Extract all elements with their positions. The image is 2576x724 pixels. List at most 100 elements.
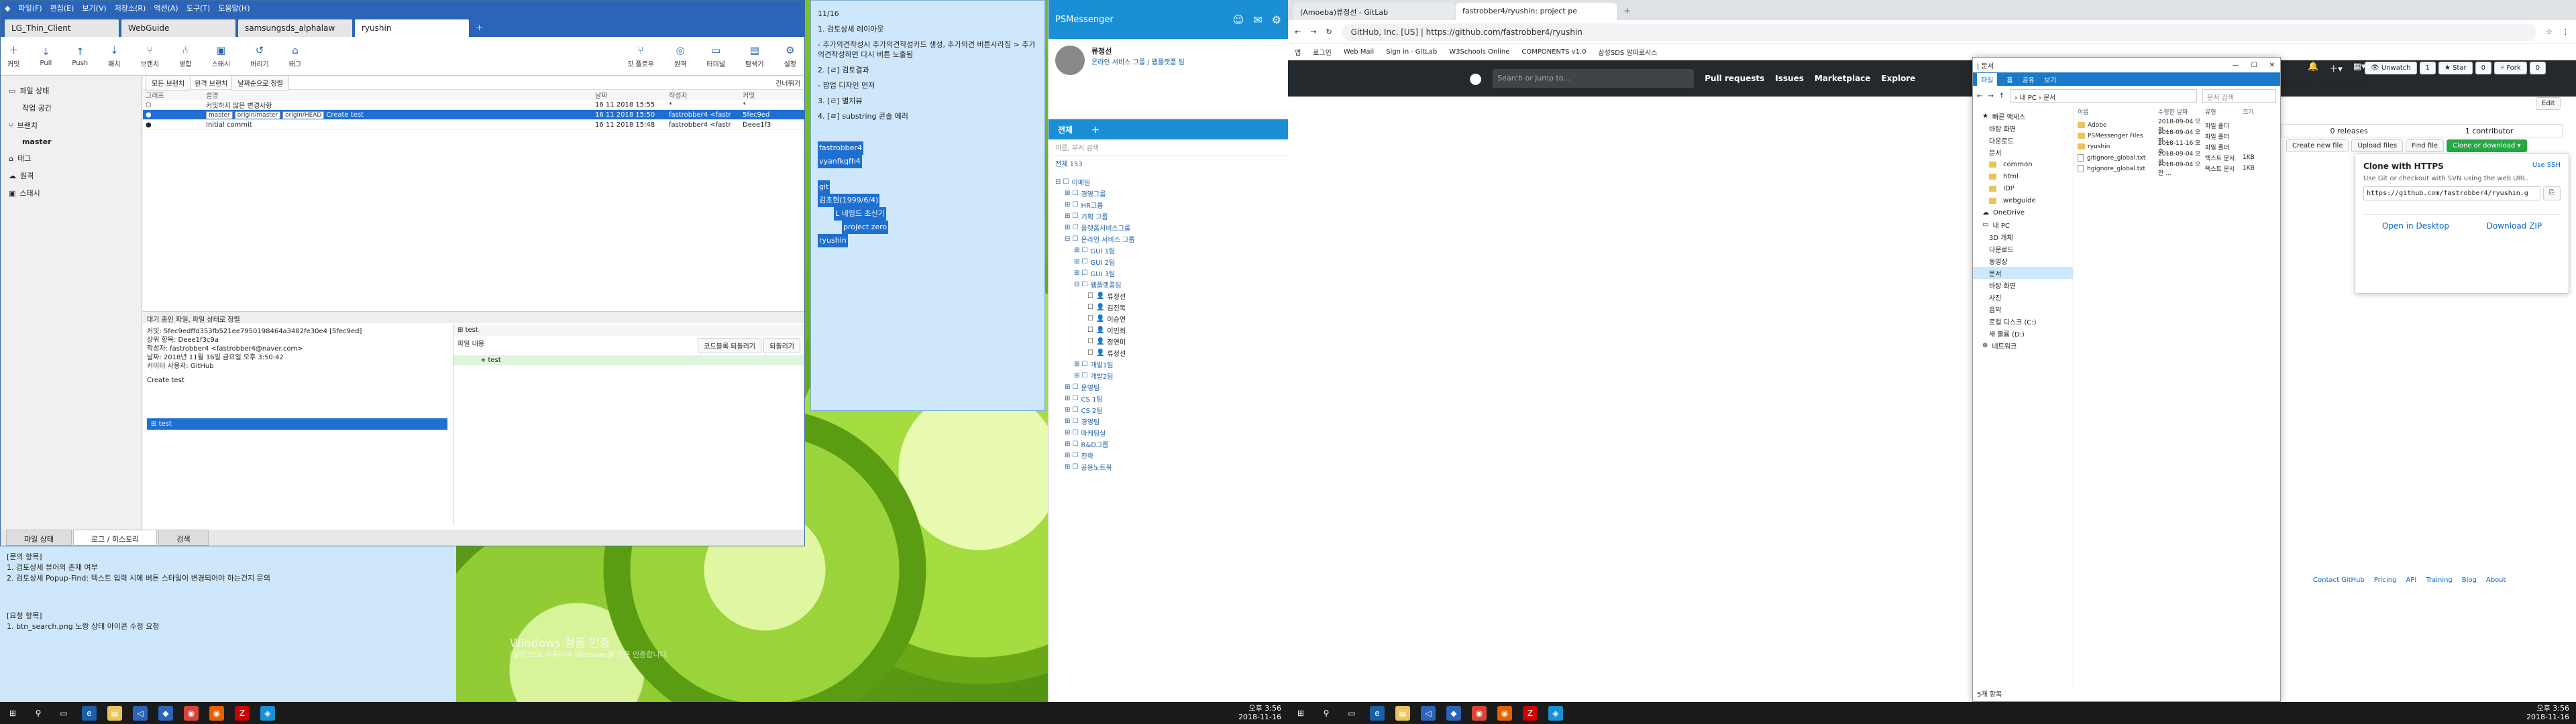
tree-item[interactable]: ⊞ ☐ CS 2팀 <box>1055 404 1281 416</box>
menu-item[interactable]: 액션(A) <box>154 3 178 13</box>
tab-insights[interactable]: Insights <box>2284 80 2312 89</box>
tree-item[interactable]: ⊞ ☐ 기획 그룹 <box>1055 210 1281 222</box>
tab-repo-active[interactable]: ryushin <box>355 19 469 37</box>
footer-link[interactable]: Training <box>2426 577 2452 584</box>
contributors-link[interactable]: 1 contributor <box>2465 127 2514 135</box>
clone-url-input[interactable]: https://github.com/fastrobber4/ryushin.g <box>2363 186 2540 200</box>
fork-count[interactable]: 0 <box>2529 62 2546 74</box>
tab-search[interactable]: 검색 <box>158 530 209 546</box>
merge-button[interactable]: ⑃ 병합 <box>179 44 191 68</box>
nav-item-selected[interactable]: 문서 <box>1973 267 2073 279</box>
clone-download-button[interactable]: Clone or download ▾ <box>2447 139 2527 152</box>
tab-repo[interactable]: WebGuide <box>121 19 235 37</box>
forward-icon[interactable]: → <box>1988 93 1993 100</box>
nav-item[interactable]: webguide <box>1973 194 2073 206</box>
nav-item[interactable]: ⊕ 네트워크 <box>1973 339 2073 351</box>
nav-item[interactable]: html <box>1973 170 2073 182</box>
bookmark-item[interactable]: W3Schools Online <box>1449 48 1509 56</box>
tree-item[interactable]: ⊞ ☐ GUI 1팀 <box>1055 245 1281 256</box>
add-tab-icon[interactable]: ＋ <box>472 18 487 37</box>
nav-link[interactable]: Issues <box>1775 74 1804 83</box>
col-desc[interactable]: 설명 <box>203 90 592 100</box>
menu-icon[interactable]: ⋮ <box>2562 27 2569 36</box>
star-count[interactable]: 0 <box>2475 62 2492 74</box>
nav-item[interactable]: 다운로드 <box>1973 134 2073 146</box>
tree-item[interactable]: ⊞ ☐ R&D그룹 <box>1055 438 1281 450</box>
bookmark-item[interactable]: Web Mail <box>1344 48 1374 56</box>
chrome-icon[interactable]: ◉ <box>184 705 199 721</box>
tree-item[interactable]: ⊞ ☐ 개발1팀 <box>1055 359 1281 370</box>
chrome-icon[interactable]: ◉ <box>1472 705 1487 721</box>
bookmark-item[interactable]: 로그인 <box>1313 47 1332 57</box>
nav-item[interactable]: IDP <box>1973 182 2073 194</box>
ribbon-tab-file[interactable]: 파일 <box>1977 72 1998 86</box>
col-date[interactable]: 수정한 날짜 <box>2158 107 2205 116</box>
tree-item[interactable]: ⊞ ☐ 경영팀 <box>1055 416 1281 427</box>
menu-item[interactable]: 도움말(H) <box>218 3 250 13</box>
sort-select[interactable]: 날짜순으로 정렬 <box>231 75 289 90</box>
menu-item[interactable]: 파일(F) <box>18 3 42 13</box>
pull-button[interactable]: ↓ Pull <box>40 46 52 67</box>
nav-item[interactable]: 동영상 <box>1973 255 2073 267</box>
tree-member[interactable]: ☐ 👤 류정선 <box>1055 347 1281 359</box>
nav-item[interactable]: 3D 개체 <box>1973 231 2073 243</box>
tree-item[interactable]: ⊞ ☐ 전략 <box>1055 450 1281 461</box>
download-zip-button[interactable]: Download ZIP <box>2487 221 2542 231</box>
windows-start-icon[interactable]: ⊞ <box>5 706 20 721</box>
tree-member[interactable]: ☐ 👤 류정선 <box>1055 290 1281 302</box>
tag-button[interactable]: ⌂ 태그 <box>289 44 301 68</box>
avatar[interactable]: ▦▾ <box>2353 62 2366 74</box>
back-icon[interactable]: ← <box>1295 27 1301 36</box>
settings-button[interactable]: ⚙ 설정 <box>784 44 796 68</box>
tab-repo[interactable]: LG_Thin_Client <box>5 19 119 37</box>
psmessenger-icon[interactable]: ◈ <box>1548 705 1563 721</box>
gitflow-button[interactable]: ⑂ 깃 플로우 <box>627 44 654 68</box>
bookmark-item[interactable]: Sign in · GitLab <box>1386 48 1437 56</box>
sourcetree-icon[interactable]: ◆ <box>158 705 173 721</box>
tree-item[interactable]: ⊞ ☐ HR그룹 <box>1055 199 1281 210</box>
file-row[interactable]: Adobe 2018-09-04 오전 ... 파일 폴더 <box>2075 117 2280 134</box>
clock[interactable]: 오후 3:56 2018-11-16 <box>1238 704 1281 721</box>
remote-button[interactable]: ◎ 원격 <box>674 44 686 68</box>
nav-item[interactable]: 바탕 화면 <box>1973 279 2073 291</box>
push-button[interactable]: ↑ Push <box>72 46 88 67</box>
footer-link[interactable]: API <box>2406 577 2416 584</box>
tab-file-status[interactable]: 파일 상태 <box>6 530 72 546</box>
file-row[interactable]: PSMessenger Files 2018-09-04 오전 ... 파일 폴더 <box>2075 127 2280 145</box>
nav-item[interactable]: ▭ 내 PC <box>1973 219 2073 231</box>
open-desktop-button[interactable]: Open in Desktop <box>2382 221 2449 231</box>
file-row[interactable]: gitignore_global.txt 2018-09-04 오전 ... 텍스트… <box>2075 149 2280 166</box>
sidebar-item-remotes[interactable]: ☁ 원격 <box>6 167 136 184</box>
watch-count[interactable]: 1 <box>2419 62 2436 74</box>
clock[interactable]: 오후 3:56 2018-11-16 <box>2526 704 2569 721</box>
search-input[interactable]: 문서 검색 <box>2202 89 2276 103</box>
ribbon-tab[interactable]: 홈 <box>2006 74 2012 84</box>
file-row[interactable]: ryushin 2018-11-16 오후 ... 파일 폴더 <box>2075 138 2280 156</box>
discard-button[interactable]: ↺ 버리기 <box>250 44 269 68</box>
col-size[interactable]: 크기 <box>2243 107 2269 116</box>
footer-link[interactable]: Blog <box>2462 577 2477 584</box>
explorer-icon[interactable]: ▤ <box>107 705 122 721</box>
col-date[interactable]: 날짜 <box>592 90 666 100</box>
firefox-icon[interactable]: ◉ <box>209 705 224 721</box>
ie-icon[interactable]: e <box>1370 705 1385 721</box>
menu-item[interactable]: 보기(V) <box>82 3 106 13</box>
tab-all[interactable]: 전체 <box>1049 119 1082 139</box>
tree-member[interactable]: ☐ 👤 이승연 <box>1055 313 1281 324</box>
edit-button[interactable]: Edit <box>2536 97 2561 110</box>
search-icon[interactable]: ⚲ <box>1319 706 1334 721</box>
pending-sort-select[interactable]: 대기 중인 파일, 파일 상태로 정렬 <box>143 311 804 324</box>
address-input[interactable]: › 내 PC › 문서 <box>2010 89 2197 103</box>
fetch-button[interactable]: ⇣ 패치 <box>108 44 120 68</box>
sticky-note[interactable]: 11/16 1. 검토상세 레이아웃 - 추가의견작성시 추가의견작성카드 생성… <box>810 0 1045 411</box>
sidebar-item-working-copy[interactable]: 작업 공간 <box>6 99 136 117</box>
add-tab-icon[interactable]: ＋ <box>1082 119 1109 139</box>
task-view-icon[interactable]: ▭ <box>1344 706 1359 721</box>
revert-button[interactable]: 되돌리기 <box>763 338 800 353</box>
chrome-tab-active[interactable]: fastrobber4/ryushin: project pe <box>1456 3 1617 20</box>
tree-item[interactable]: ⊞ ☐ 공용노트북 <box>1055 461 1281 473</box>
tree-item[interactable]: ⊟ ☐ 웹플랫폼팀 <box>1055 279 1281 290</box>
tree-item[interactable]: ⊞ ☐ CS 1팀 <box>1055 393 1281 404</box>
tree-item[interactable]: ⊞ ☐ GUI 2팀 <box>1055 256 1281 267</box>
tab-repo[interactable]: samsungsds_alphalaw <box>238 19 352 37</box>
